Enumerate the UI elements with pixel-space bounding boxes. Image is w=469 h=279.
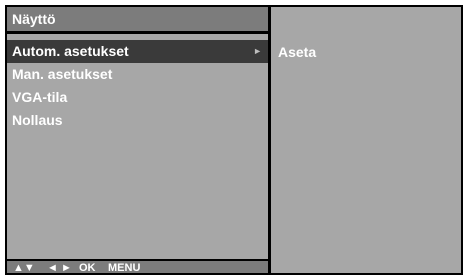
main-menu-panel: Näyttö Autom. asetukset ► Man. asetukset… xyxy=(7,7,268,273)
menu-item-autom-asetukset[interactable]: Autom. asetukset ► xyxy=(7,40,268,63)
submenu-arrow-icon: ► xyxy=(253,46,262,56)
menu-item-label: Nollaus xyxy=(12,112,63,128)
menu-title: Näyttö xyxy=(7,7,268,31)
submenu-panel: Aseta xyxy=(271,7,461,273)
menu-item-label: Man. asetukset xyxy=(12,66,113,82)
submenu-item-aseta[interactable]: Aseta xyxy=(278,42,316,62)
menu-item-label: VGA-tila xyxy=(12,89,68,105)
menu-list: Autom. asetukset ► Man. asetukset VGA-ti… xyxy=(7,40,268,132)
menu-item-man-asetukset[interactable]: Man. asetukset xyxy=(7,63,268,86)
ok-hint: OK xyxy=(79,262,96,273)
menu-item-label: Autom. asetukset xyxy=(12,43,129,59)
left-right-arrows-icon: ◄ ► xyxy=(47,262,72,273)
title-divider xyxy=(7,31,268,34)
osd-frame: Näyttö Autom. asetukset ► Man. asetukset… xyxy=(5,5,463,275)
menu-hint: MENU xyxy=(108,262,141,273)
navigation-hint-bar: ▲▼ ◄ ► OK MENU xyxy=(7,261,268,273)
menu-item-vga-tila[interactable]: VGA-tila xyxy=(7,86,268,109)
menu-item-nollaus[interactable]: Nollaus xyxy=(7,109,268,132)
up-down-arrows-icon: ▲▼ xyxy=(13,262,35,273)
